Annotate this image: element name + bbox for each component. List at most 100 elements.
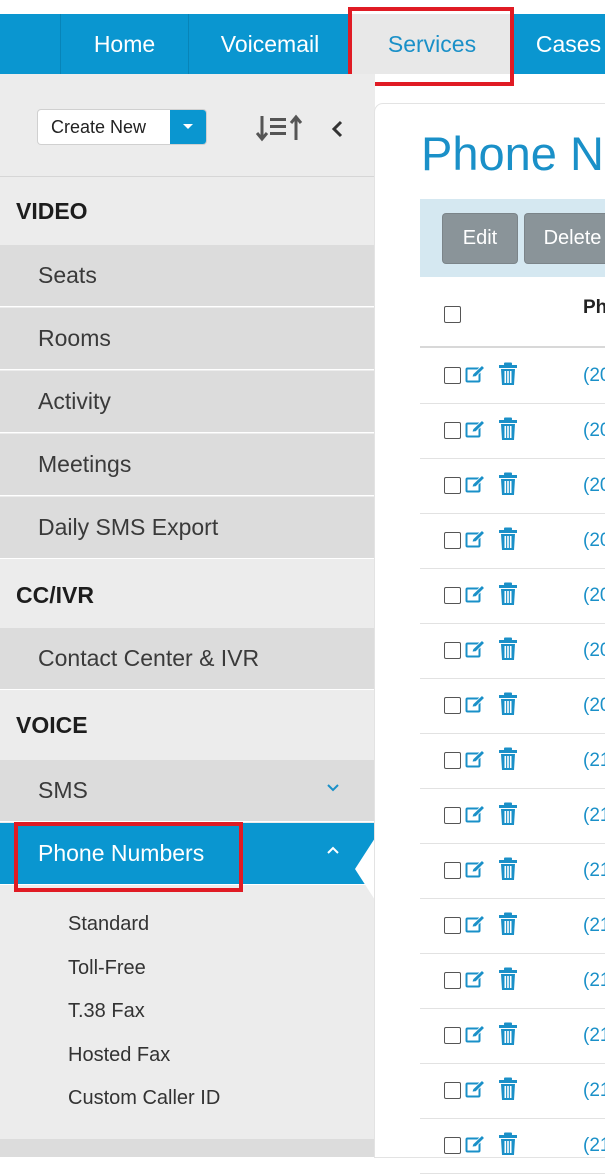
row-checkbox[interactable] — [444, 917, 461, 934]
select-all-checkbox[interactable] — [444, 306, 461, 323]
edit-icon[interactable] — [465, 529, 487, 554]
chevron-up-icon[interactable] — [327, 843, 339, 861]
edit-icon[interactable] — [465, 969, 487, 994]
trash-icon[interactable] — [498, 417, 518, 446]
table-row: (21 — [420, 899, 605, 954]
row-checkbox[interactable] — [444, 532, 461, 549]
row-checkbox[interactable] — [444, 752, 461, 769]
sidebar-item-seats[interactable]: Seats — [0, 245, 375, 307]
subitem-toll-free[interactable]: Toll-Free — [68, 957, 146, 980]
edit-icon[interactable] — [465, 419, 487, 444]
edit-icon[interactable] — [465, 804, 487, 829]
table-header: Ph — [420, 277, 605, 348]
edit-icon[interactable] — [465, 859, 487, 884]
edit-icon[interactable] — [465, 364, 487, 389]
phone-number-link[interactable]: (21 — [583, 970, 605, 992]
edit-icon[interactable] — [465, 639, 487, 664]
sidebar-item-activity[interactable]: Activity — [0, 371, 375, 433]
edit-icon[interactable] — [465, 749, 487, 774]
chevron-down-icon[interactable] — [327, 780, 339, 798]
row-checkbox[interactable] — [444, 697, 461, 714]
trash-icon[interactable] — [498, 1077, 518, 1106]
subitem-custom-caller-id[interactable]: Custom Caller ID — [68, 1087, 220, 1110]
trash-icon[interactable] — [498, 527, 518, 556]
trash-icon[interactable] — [498, 747, 518, 776]
row-checkbox[interactable] — [444, 807, 461, 824]
edit-icon[interactable] — [465, 474, 487, 499]
phone-number-link[interactable]: (20 — [583, 640, 605, 662]
trash-icon[interactable] — [498, 472, 518, 501]
row-checkbox[interactable] — [444, 367, 461, 384]
row-checkbox[interactable] — [444, 1137, 461, 1154]
subitem-standard[interactable]: Standard — [68, 913, 149, 936]
nav-home[interactable]: Home — [60, 14, 188, 74]
sidebar-item-label: Seats — [38, 262, 97, 288]
edit-icon[interactable] — [465, 694, 487, 719]
edit-icon[interactable] — [465, 914, 487, 939]
phone-number-link[interactable]: (21 — [583, 1025, 605, 1047]
section-voice: VOICE — [0, 692, 375, 758]
sidebar-item-phone-numbers[interactable]: Phone Numbers — [0, 823, 375, 885]
phone-number-link[interactable]: (21 — [583, 750, 605, 772]
trash-icon[interactable] — [498, 582, 518, 611]
collapse-left-icon[interactable] — [330, 120, 344, 143]
row-checkbox[interactable] — [444, 862, 461, 879]
trash-icon[interactable] — [498, 802, 518, 831]
phone-number-link[interactable]: (20 — [583, 475, 605, 497]
trash-icon[interactable] — [498, 637, 518, 666]
section-title: VOICE — [16, 712, 88, 738]
trash-icon[interactable] — [498, 1022, 518, 1051]
sort-icon[interactable] — [255, 114, 306, 147]
chevron-down-icon[interactable] — [170, 110, 206, 144]
phone-number-link[interactable]: (21 — [583, 805, 605, 827]
phone-number-link[interactable]: (21 — [583, 1135, 605, 1157]
active-item-pointer — [355, 838, 375, 900]
sidebar-item-contact-center[interactable]: Contact Center & IVR — [0, 628, 375, 690]
edit-icon[interactable] — [465, 1134, 487, 1159]
sidebar-item-label: Daily SMS Export — [38, 514, 219, 540]
sidebar-item-rooms[interactable]: Rooms — [0, 308, 375, 370]
edit-button[interactable]: Edit — [443, 214, 517, 263]
phone-number-link[interactable]: (20 — [583, 585, 605, 607]
table-row: (20 — [420, 569, 605, 624]
edit-icon[interactable] — [465, 584, 487, 609]
phone-number-link[interactable]: (20 — [583, 695, 605, 717]
nav-cases[interactable]: Cases — [513, 14, 605, 74]
table-row: (20 — [420, 349, 605, 404]
trash-icon[interactable] — [498, 967, 518, 996]
column-header-phone[interactable]: Ph — [583, 297, 605, 319]
trash-icon[interactable] — [498, 692, 518, 721]
row-checkbox[interactable] — [444, 1082, 461, 1099]
row-checkbox[interactable] — [444, 422, 461, 439]
table-row: (20 — [420, 514, 605, 569]
nav-services[interactable]: Services — [351, 14, 513, 74]
phone-number-link[interactable]: (21 — [583, 860, 605, 882]
phone-number-link[interactable]: (20 — [583, 420, 605, 442]
sidebar-item-sms[interactable]: SMS — [0, 760, 375, 822]
row-checkbox[interactable] — [444, 1027, 461, 1044]
row-checkbox[interactable] — [444, 642, 461, 659]
trash-icon[interactable] — [498, 912, 518, 941]
top-navigation: Home Voicemail Services Cases — [0, 14, 605, 74]
table-row: (20 — [420, 679, 605, 734]
edit-icon[interactable] — [465, 1079, 487, 1104]
phone-number-link[interactable]: (20 — [583, 365, 605, 387]
delete-button[interactable]: Delete — [525, 214, 605, 263]
create-new-dropdown[interactable]: Create New — [38, 110, 206, 144]
row-checkbox[interactable] — [444, 587, 461, 604]
subitem-hosted-fax[interactable]: Hosted Fax — [68, 1044, 170, 1067]
subitem-t38-fax[interactable]: T.38 Fax — [68, 1000, 145, 1023]
sidebar-item-label: Activity — [38, 388, 111, 414]
phone-number-link[interactable]: (20 — [583, 530, 605, 552]
phone-number-link[interactable]: (21 — [583, 915, 605, 937]
row-checkbox[interactable] — [444, 972, 461, 989]
row-checkbox[interactable] — [444, 477, 461, 494]
sidebar-item-daily-sms-export[interactable]: Daily SMS Export — [0, 497, 375, 559]
edit-icon[interactable] — [465, 1024, 487, 1049]
nav-voicemail[interactable]: Voicemail — [188, 14, 351, 74]
phone-number-link[interactable]: (21 — [583, 1080, 605, 1102]
trash-icon[interactable] — [498, 857, 518, 886]
table-row: (21 — [420, 1064, 605, 1119]
trash-icon[interactable] — [498, 362, 518, 391]
sidebar-item-meetings[interactable]: Meetings — [0, 434, 375, 496]
